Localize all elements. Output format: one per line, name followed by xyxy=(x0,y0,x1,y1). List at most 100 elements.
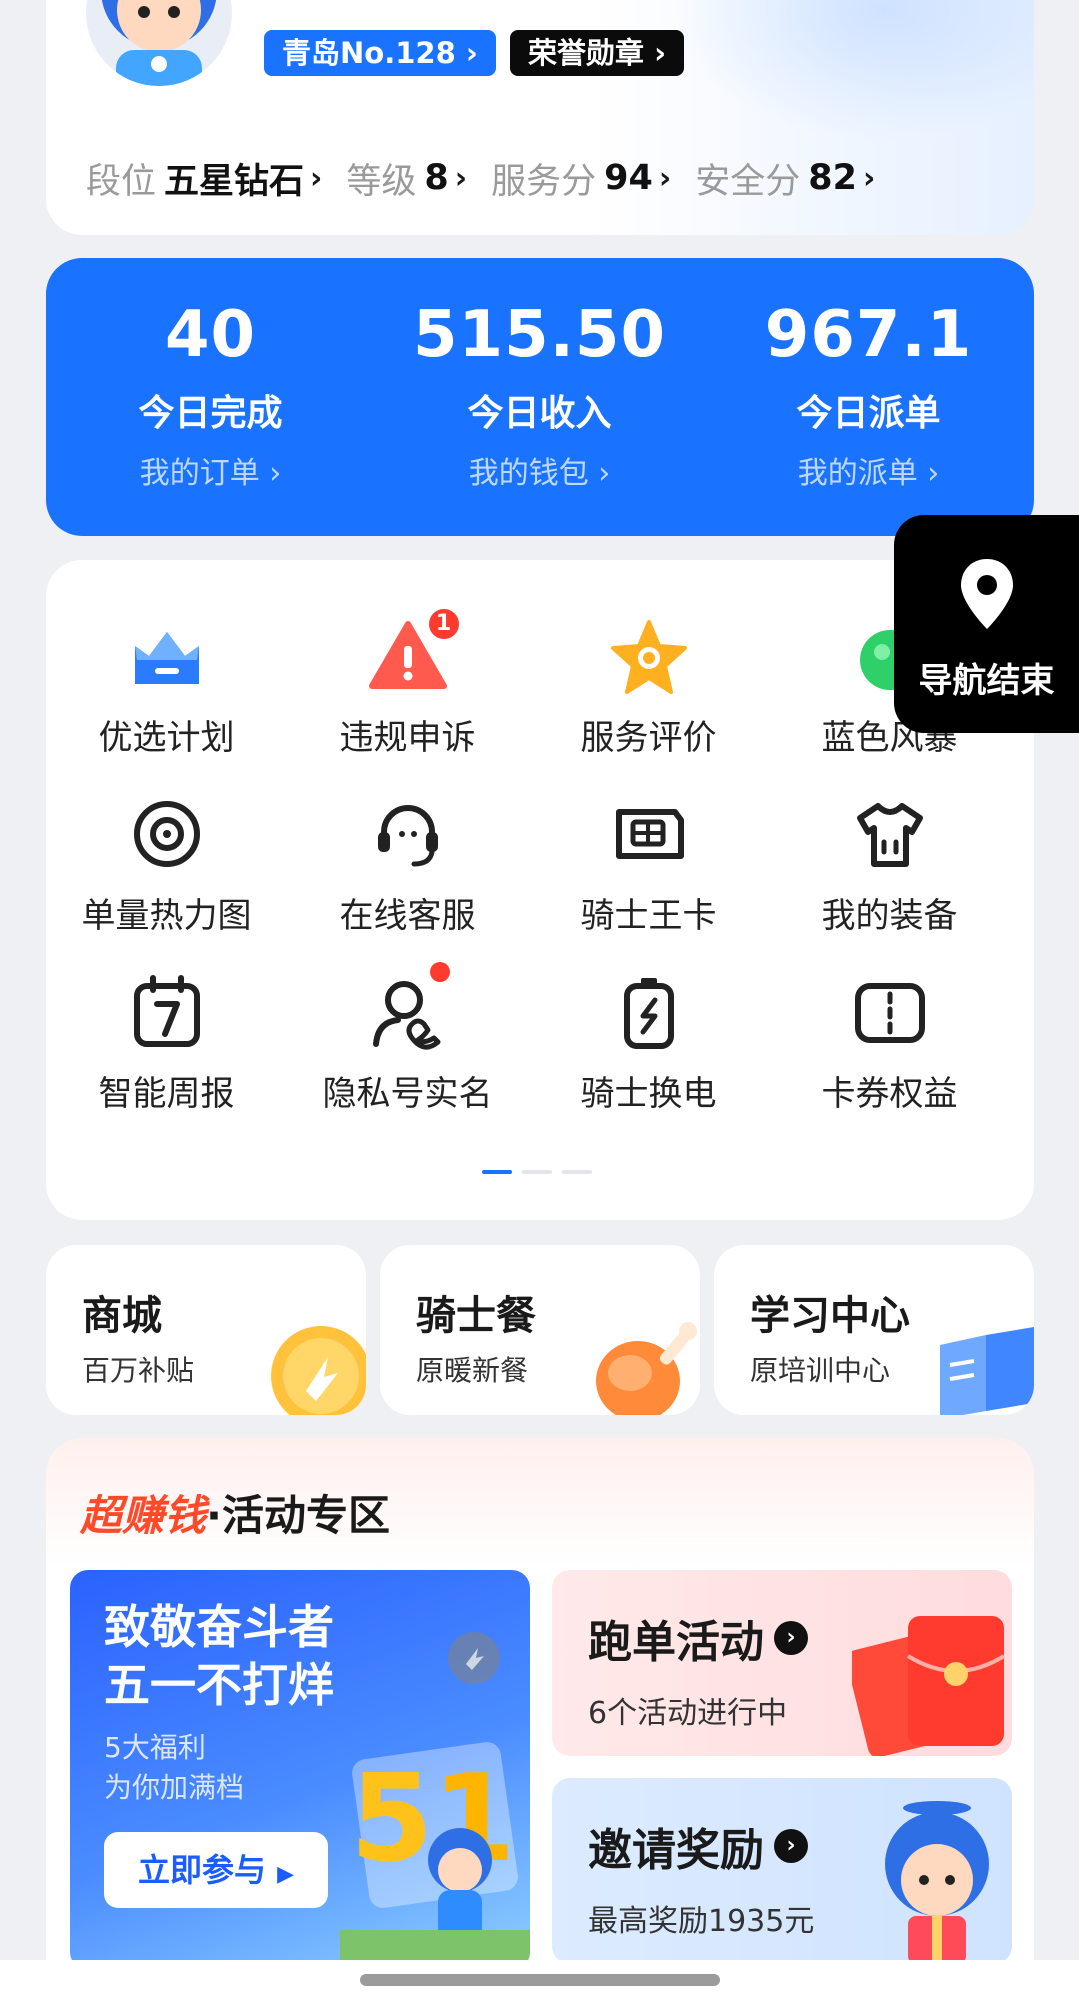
crown-icon xyxy=(127,616,207,696)
star-icon xyxy=(609,616,689,696)
grid-item-my-equipment[interactable]: 我的装备 xyxy=(769,794,1010,964)
mall-subtitle: 百万补贴 xyxy=(82,1354,195,1387)
chevron-right-icon: › xyxy=(658,160,672,196)
completed-label: 今日完成 xyxy=(138,393,283,434)
chevron-right-icon: › xyxy=(863,160,876,196)
grid-item-label: 隐私号实名 xyxy=(322,1074,493,1114)
run-orders-title: 跑单活动 › xyxy=(588,1606,808,1670)
red-dot-badge xyxy=(429,962,450,982)
mall-title: 商城 xyxy=(82,1293,162,1339)
stat-value: 8 xyxy=(424,158,449,198)
chevron-right-icon: › xyxy=(454,160,468,196)
calendar-7-icon xyxy=(127,972,207,1052)
page-dot xyxy=(562,1170,592,1174)
page-dot xyxy=(522,1170,552,1174)
learning-center-subtitle: 原培训中心 xyxy=(750,1354,891,1387)
chevron-right-icon: › xyxy=(310,160,323,196)
grid-item-label: 违规申诉 xyxy=(339,718,476,758)
book-icon xyxy=(934,1321,1034,1415)
navigation-end-button[interactable]: 导航结束 xyxy=(894,515,1079,733)
grid-item-label: 我的装备 xyxy=(821,896,958,936)
coupon-icon xyxy=(850,972,930,1052)
dispatch-count: 967.1 xyxy=(764,298,973,372)
summary-income[interactable]: 515.50 今日收入 我的钱包 › xyxy=(375,258,704,492)
user-phone-icon xyxy=(368,962,450,1052)
grid-item-preferred-plan[interactable]: 优选计划 xyxy=(46,616,287,786)
learning-center-title: 学习中心 xyxy=(750,1293,910,1339)
mall-card[interactable]: 商城 百万补贴 xyxy=(46,1245,366,1415)
stat-value: 94 xyxy=(604,158,653,198)
may-day-banner[interactable]: 致敬奋斗者 五一不打烊 5大福利 为你加满档 立即参与 ▶ 5 1 xyxy=(70,1570,530,1970)
completed-count: 40 xyxy=(164,298,257,372)
grid-item-label: 骑士王卡 xyxy=(580,896,717,936)
grid-item-label: 服务评价 xyxy=(580,718,717,758)
grid-item-knight-card[interactable]: 骑士王卡 xyxy=(528,794,769,964)
banner-headline: 致敬奋斗者 五一不打烊 xyxy=(104,1600,334,1712)
summary-completed[interactable]: 40 今日完成 我的订单 › xyxy=(46,258,375,492)
page-indicator xyxy=(482,1170,592,1174)
play-triangle-icon: ▶ xyxy=(277,1862,295,1887)
stat-key: 段位 xyxy=(86,161,157,202)
stat-level[interactable]: 等级 8 › xyxy=(346,153,467,204)
sim-card-icon xyxy=(609,794,689,874)
grid-item-label: 骑士换电 xyxy=(580,1074,717,1114)
grid-item-violation-appeal[interactable]: 1 违规申诉 xyxy=(287,606,528,786)
stat-service-score[interactable]: 服务分 94 › xyxy=(491,153,671,204)
services-grid-card: 优选计划 1 违规申诉 服务评价 蓝色风暴 单量热力图 在线客服 骑士王卡 我的… xyxy=(46,560,1034,1220)
arrow-right-circle-icon: › xyxy=(774,1829,808,1863)
stat-tier[interactable]: 段位 五星钻石 › xyxy=(86,153,322,204)
invite-reward-banner[interactable]: 邀请奖励 › 最高奖励1935元 xyxy=(552,1778,1012,1964)
city-rank-text: 青岛No.128 xyxy=(282,36,456,70)
stat-key: 等级 xyxy=(346,161,417,202)
navigation-end-label: 导航结束 xyxy=(918,661,1055,701)
chevron-right-icon: › xyxy=(465,36,478,70)
invite-reward-subtitle: 最高奖励1935元 xyxy=(588,1904,815,1939)
earn-more-text: 超赚钱 xyxy=(80,1491,207,1540)
notification-badge: 1 xyxy=(425,606,462,642)
mascot-51-illustration: 5 1 xyxy=(340,1710,530,1970)
join-now-button[interactable]: 立即参与 ▶ xyxy=(104,1832,328,1908)
gold-coin-icon xyxy=(266,1321,366,1415)
honor-medal-tag[interactable]: 荣誉勋章 › xyxy=(510,30,685,76)
chicken-leg-icon xyxy=(590,1311,700,1415)
today-summary-card: 40 今日完成 我的订单 › 515.50 今日收入 我的钱包 › 967.1 … xyxy=(46,258,1034,536)
summary-dispatch[interactable]: 967.1 今日派单 我的派单 › xyxy=(704,258,1033,492)
grid-item-label: 卡券权益 xyxy=(821,1074,958,1114)
grid-item-label: 在线客服 xyxy=(339,896,476,936)
grid-item-coupons[interactable]: 卡券权益 xyxy=(769,972,1010,1142)
tshirt-icon xyxy=(850,794,930,874)
city-rank-tag[interactable]: 青岛No.128 › xyxy=(264,30,496,76)
activity-zone-title: 超赚钱·活动专区 xyxy=(80,1482,390,1543)
run-orders-banner[interactable]: 跑单活动 › 6个活动进行中 xyxy=(552,1570,1012,1756)
mascot-gift-illustration xyxy=(872,1794,1002,1964)
rider-meal-card[interactable]: 骑士餐 原暖新餐 xyxy=(380,1245,700,1415)
rider-meal-subtitle: 原暖新餐 xyxy=(416,1354,529,1387)
heatmap-icon xyxy=(127,794,207,874)
my-wallet-link[interactable]: 我的钱包 › xyxy=(375,448,704,492)
honor-medal-text: 荣誉勋章 xyxy=(528,36,645,70)
warning-icon: 1 xyxy=(368,606,462,696)
stat-value: 五星钻石 xyxy=(164,161,305,202)
grid-item-label: 单量热力图 xyxy=(81,896,252,936)
grid-item-weekly-report[interactable]: 智能周报 xyxy=(46,972,287,1142)
run-orders-subtitle: 6个活动进行中 xyxy=(588,1696,788,1731)
svg-text:5: 5 xyxy=(350,1750,434,1889)
grid-item-online-support[interactable]: 在线客服 xyxy=(287,794,528,964)
profile-stats-row: 段位 五星钻石 › 等级 8 › 服务分 94 › 安全分 82 › xyxy=(86,150,899,206)
home-indicator[interactable] xyxy=(360,1974,720,1986)
activity-zone: 超赚钱·活动专区 致敬奋斗者 五一不打烊 5大福利 为你加满档 立即参与 ▶ 5… xyxy=(46,1438,1034,2007)
stat-safety-score[interactable]: 安全分 82 › xyxy=(695,153,875,204)
learning-center-card[interactable]: 学习中心 原培训中心 xyxy=(714,1245,1034,1415)
income-label: 今日收入 xyxy=(467,393,612,434)
stat-key: 服务分 xyxy=(491,161,597,202)
grid-item-privacy-real-name[interactable]: 隐私号实名 xyxy=(287,962,528,1142)
grid-item-order-heatmap[interactable]: 单量热力图 xyxy=(46,794,287,964)
my-orders-link[interactable]: 我的订单 › xyxy=(46,448,375,492)
chevron-right-icon: › xyxy=(654,36,667,70)
grid-item-service-rating[interactable]: 服务评价 xyxy=(528,616,769,786)
headset-icon xyxy=(368,794,448,874)
coin-icon xyxy=(446,1630,502,1690)
grid-item-label: 智能周报 xyxy=(98,1074,235,1114)
grid-item-battery-swap[interactable]: 骑士换电 xyxy=(528,972,769,1142)
my-dispatch-link[interactable]: 我的派单 › xyxy=(704,448,1033,492)
